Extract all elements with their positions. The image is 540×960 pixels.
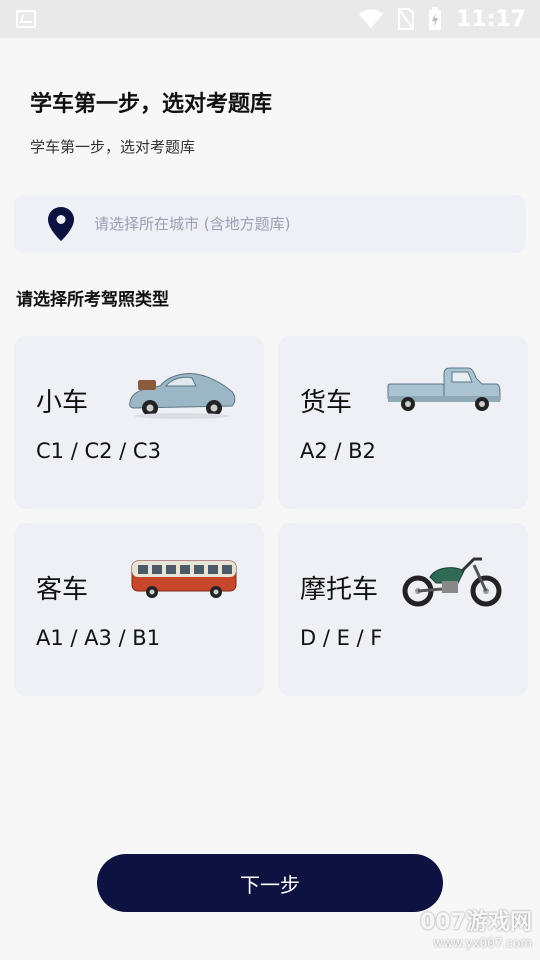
motorcycle-icon [402,551,502,611]
no-sim-icon [397,8,414,30]
page-subtitle: 学车第一步，选对考题库 [30,138,196,156]
truck-icon [386,364,502,418]
license-codes: A2 / B2 [300,439,376,463]
watermark-url: www.yx007.com [433,936,532,950]
license-card-bus[interactable]: 客车 A1 / A3 / B1 [14,523,264,696]
license-name: 货车 [300,388,353,418]
wifi-icon [358,9,384,29]
page-title: 学车第一步，选对考题库 [30,92,273,117]
license-codes: A1 / A3 / B1 [36,626,161,650]
header: 学车第一步，选对考题库 学车第一步，选对考题库 [0,38,540,157]
watermark-main: 007游戏网 [420,910,532,935]
car-icon [126,364,238,424]
license-name: 小车 [36,388,89,418]
license-card-truck[interactable]: 货车 A2 / B2 [278,336,528,509]
section-label: 请选择所考驾照类型 [16,290,169,310]
location-pin-icon [48,207,74,241]
status-bar: 11:17 [0,0,540,38]
license-codes: D / E / F [300,626,383,650]
city-selector[interactable] [14,195,526,253]
watermark: 007游戏网 www.yx007.com [420,904,532,950]
license-name: 客车 [36,575,89,605]
gallery-icon [16,10,36,28]
license-codes: C1 / C2 / C3 [36,439,161,463]
battery-icon [428,7,442,31]
license-type-grid: 小车 C1 / C2 / C3 货车 A2 / B2 客车 A1 / A3 / … [14,336,528,696]
city-input[interactable] [92,214,456,234]
license-card-motorcycle[interactable]: 摩托车 D / E / F [278,523,528,696]
bus-icon [130,551,238,605]
license-name: 摩托车 [300,575,379,605]
license-card-car[interactable]: 小车 C1 / C2 / C3 [14,336,264,509]
clock: 11:17 [455,6,526,32]
next-step-button[interactable]: 下一步 [97,854,443,912]
